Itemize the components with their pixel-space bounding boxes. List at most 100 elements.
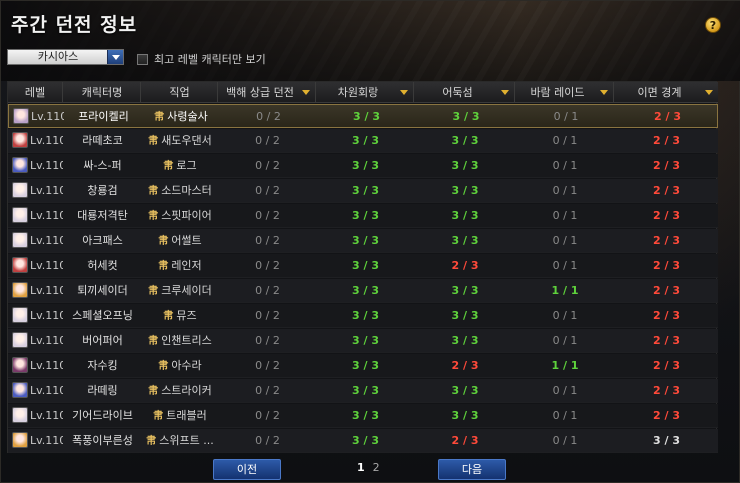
level-cell: Lv.110	[8, 204, 63, 228]
table-row[interactable]: Lv.110 스페셜오프닝 帇 뮤즈 0 / 2 3 / 3 3 / 3 0 / 1 2 / 3	[8, 304, 718, 328]
character-portrait-icon	[12, 157, 28, 173]
level-text: Lv.110	[30, 234, 63, 247]
dungeon-progress-cell-d5: 2 / 3	[653, 184, 680, 197]
table-row[interactable]: Lv.110 대룡저격탄 帇 스핏파이어 0 / 2 3 / 3 3 / 3 0 / 1 2 /…	[8, 204, 718, 228]
dungeon-progress-cell-d4: 0 / 1	[552, 309, 578, 322]
dungeon-progress-cell-d3: 3 / 3	[451, 209, 479, 222]
column-header-d4[interactable]: 바람 레이드	[516, 82, 614, 103]
server-select-value: 카시아스	[37, 50, 79, 63]
job-cell: 帇 새도우댄서	[142, 129, 218, 153]
character-portrait-icon	[12, 257, 28, 273]
character-name-cell: 프라이켈리	[78, 110, 129, 123]
level-cell: Lv.110	[8, 429, 63, 453]
job-text: 로그	[176, 159, 197, 172]
job-cell: 帇 인챈트리스	[142, 329, 218, 353]
server-select[interactable]: 카시아스	[7, 49, 124, 65]
table-row[interactable]: Lv.110 창룡검 帇 소드마스터 0 / 2 3 / 3 3 / 3 0 / 1 2 / 3	[8, 179, 718, 203]
dungeon-progress-cell-d1: 0 / 2	[255, 134, 280, 147]
table-row[interactable]: Lv.110 버어퍼어 帇 인챈트리스 0 / 2 3 / 3 3 / 3 0 / 1 2 / …	[8, 329, 718, 353]
level-cell: Lv.110	[8, 304, 63, 328]
column-header-name[interactable]: 캐릭터명	[64, 82, 141, 103]
level-cell: Lv.110	[8, 179, 63, 203]
dungeon-progress-cell-d1: 0 / 2	[255, 234, 280, 247]
column-header-d3[interactable]: 어둑섬	[415, 82, 515, 103]
character-portrait-icon	[12, 182, 28, 198]
column-header-d1[interactable]: 백해 상급 던전	[219, 82, 316, 103]
dungeon-progress-cell-d3: 2 / 3	[451, 434, 479, 447]
dungeon-progress-cell-d5: 2 / 3	[653, 159, 680, 172]
table-row[interactable]: Lv.110 라떼초코 帇 새도우댄서 0 / 2 3 / 3 3 / 3 0 / 1 2 / …	[8, 129, 718, 153]
character-name-cell: 스페셜오프닝	[72, 309, 133, 322]
dungeon-progress-cell-d4: 0 / 1	[552, 134, 578, 147]
level-cell: Lv.110	[8, 329, 63, 353]
help-icon[interactable]: ?	[705, 17, 721, 33]
job-cell: 帇 뮤즈	[142, 304, 218, 328]
job-cell: 帇 스핏파이어	[142, 204, 218, 228]
dungeon-progress-cell-d4: 0 / 1	[552, 434, 578, 447]
job-text: 어썰트	[171, 234, 202, 247]
job-class-icon: 帇	[158, 236, 169, 247]
dungeon-progress-cell-d5: 2 / 3	[653, 134, 680, 147]
job-class-icon: 帇	[148, 211, 159, 222]
job-text: 인챈트리스	[161, 334, 212, 347]
column-header-level[interactable]: 레벨	[8, 82, 63, 103]
job-text: 스트라이커	[161, 384, 212, 397]
table-row[interactable]: Lv.110 아크패스 帇 어썰트 0 / 2 3 / 3 3 / 3 0 / 1 2 / 3	[8, 229, 718, 253]
table-row[interactable]: Lv.110 프라이켈리 帇 사령술사 0 / 2 3 / 3 3 / 3 0 / 1 2 / …	[8, 104, 718, 128]
character-portrait-icon	[12, 357, 28, 373]
level-text: Lv.110	[31, 110, 64, 123]
dungeon-progress-cell-d2: 3 / 3	[353, 110, 380, 123]
job-cell: 帇 스트라이커	[142, 379, 218, 403]
weekly-dungeon-window: 주간 던전 정보 ? 카시아스 최고 레벨 캐릭터만 보기 레벨 캐릭터명 직업…	[0, 0, 740, 483]
dungeon-progress-cell-d1: 0 / 2	[255, 209, 280, 222]
level-text: Lv.110	[30, 334, 63, 347]
job-text: 새도우댄서	[161, 134, 212, 147]
max-level-filter[interactable]: 최고 레벨 캐릭터만 보기	[137, 51, 266, 67]
job-cell: 帇 크루세이더	[142, 279, 218, 303]
table-row[interactable]: Lv.110 자수킹 帇 아수라 0 / 2 3 / 3 2 / 3 1 / 1 2 / 3	[8, 354, 718, 378]
prev-page-button[interactable]: 이전	[213, 459, 281, 480]
table-row[interactable]: Lv.110 라떼링 帇 스트라이커 0 / 2 3 / 3 3 / 3 0 / 1 2 / 3	[8, 379, 718, 403]
dungeon-progress-cell-d1: 0 / 2	[255, 159, 280, 172]
dungeon-progress-cell-d1: 0 / 2	[255, 359, 280, 372]
max-level-checkbox[interactable]	[137, 54, 148, 65]
job-class-icon: 帇	[148, 136, 159, 147]
chevron-down-icon[interactable]	[107, 50, 123, 64]
table-row[interactable]: Lv.110 허세컷 帇 레인저 0 / 2 3 / 3 2 / 3 0 / 1 2 / 3	[8, 254, 718, 278]
level-text: Lv.110	[30, 359, 63, 372]
dungeon-progress-cell-d2: 3 / 3	[352, 334, 379, 347]
character-portrait-icon	[12, 207, 28, 223]
page-2-link[interactable]: 2	[373, 461, 380, 474]
level-text: Lv.110	[30, 209, 63, 222]
level-text: Lv.110	[30, 384, 63, 397]
job-text: 소드마스터	[161, 184, 212, 197]
column-header-job[interactable]: 직업	[142, 82, 218, 103]
character-name-cell: 자수킹	[87, 359, 118, 372]
character-name-cell: 라떼링	[87, 384, 118, 397]
column-header-d5[interactable]: 이면 경계	[615, 82, 718, 103]
dungeon-progress-cell-d3: 3 / 3	[451, 134, 479, 147]
dungeon-progress-cell-d3: 3 / 3	[452, 110, 480, 123]
dungeon-progress-cell-d2: 3 / 3	[352, 184, 379, 197]
job-cell: 帇 사령술사	[143, 105, 219, 129]
dungeon-progress-cell-d4: 0 / 1	[552, 159, 578, 172]
character-portrait-icon	[12, 282, 28, 298]
job-text: 트래블러	[166, 409, 207, 422]
table-row[interactable]: Lv.110 싸-스-퍼 帇 로그 0 / 2 3 / 3 3 / 3 0 / 1 2 / 3	[8, 154, 718, 178]
next-page-button[interactable]: 다음	[438, 459, 506, 480]
table-row[interactable]: Lv.110 기어드라이브 帇 트래블러 0 / 2 3 / 3 3 / 3 0 / 1 2 /…	[8, 404, 718, 428]
table-row[interactable]: Lv.110 폭풍이부른성 帇 스위프트 ... 0 / 2 3 / 3 2 / 3 0 / …	[8, 429, 718, 453]
dungeon-progress-cell-d2: 3 / 3	[352, 359, 379, 372]
dungeon-progress-cell-d3: 3 / 3	[451, 409, 479, 422]
dungeon-progress-cell-d1: 0 / 2	[255, 309, 280, 322]
job-text: 스핏파이어	[161, 209, 212, 222]
job-text: 사령술사	[167, 110, 208, 123]
column-header-d2[interactable]: 차원회랑	[317, 82, 414, 103]
table-row[interactable]: Lv.110 퇴끼세이더 帇 크루세이더 0 / 2 3 / 3 3 / 3 1 / 1 2 /…	[8, 279, 718, 303]
dungeon-progress-cell-d4: 0 / 1	[553, 110, 579, 123]
dungeon-progress-cell-d1: 0 / 2	[255, 434, 280, 447]
page-1-link[interactable]: 1	[357, 461, 365, 474]
job-cell: 帇 스위프트 ...	[142, 429, 218, 453]
dungeon-progress-cell-d5: 2 / 3	[653, 334, 680, 347]
dungeon-progress-cell-d2: 3 / 3	[352, 384, 379, 397]
